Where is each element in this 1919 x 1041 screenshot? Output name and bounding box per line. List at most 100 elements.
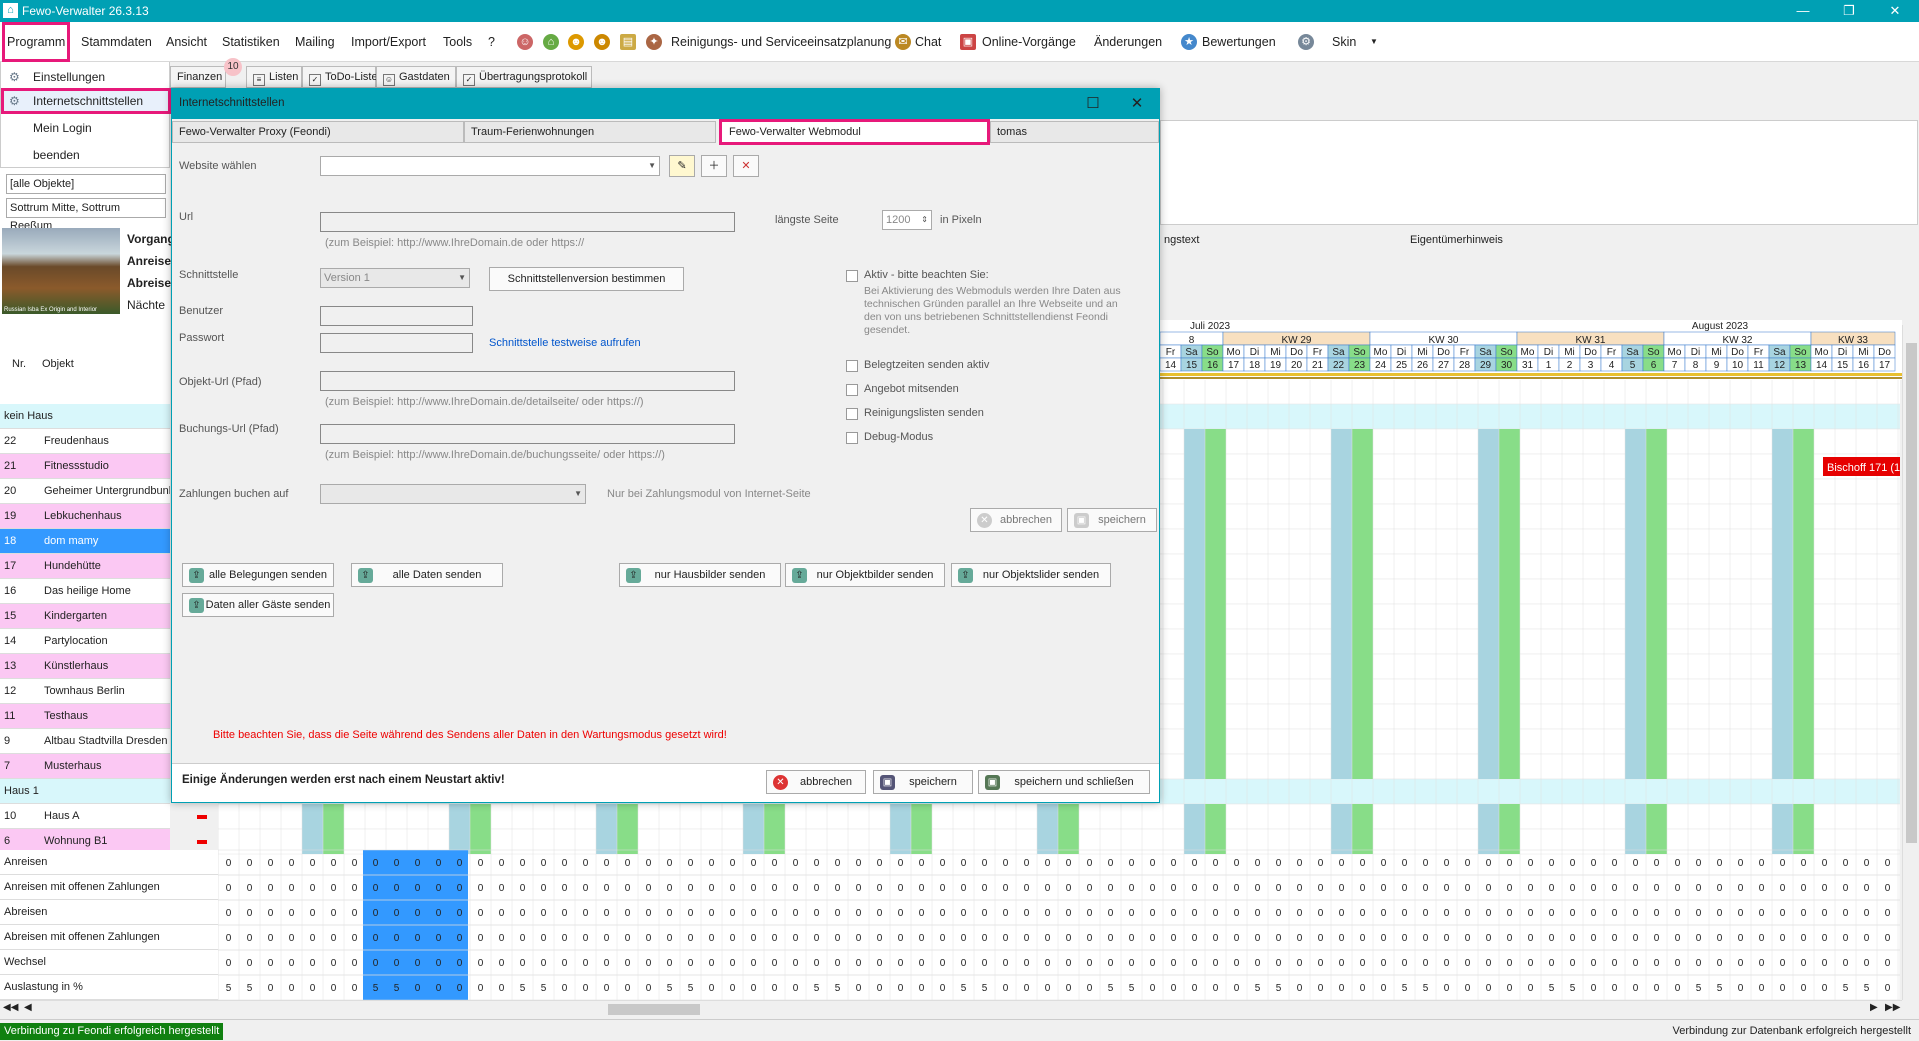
- debug-checkbox[interactable]: [846, 432, 858, 444]
- tab-todo[interactable]: ✓ ToDo-Liste: [302, 66, 378, 88]
- interface-select[interactable]: Version 1 ▼: [320, 268, 470, 288]
- menu-aenderungen[interactable]: Änderungen: [1094, 22, 1162, 62]
- dropdown-internetschnittstellen[interactable]: ⚙ Internetschnittstellen: [1, 88, 171, 114]
- send-guests-button[interactable]: ⇪ Daten aller Gäste senden: [182, 593, 334, 617]
- hscroll-thumb[interactable]: [608, 1004, 700, 1015]
- object-row[interactable]: 21 Fitnessstudio: [0, 454, 170, 479]
- payment-select[interactable]: ▼: [320, 484, 586, 504]
- password-input[interactable]: [320, 333, 473, 353]
- object-row[interactable]: 18 dom mamy: [0, 529, 170, 554]
- vertical-scrollbar[interactable]: [1902, 325, 1919, 1000]
- dtab-traum[interactable]: Traum-Ferienwohnungen: [464, 121, 716, 143]
- send-all-data-button[interactable]: ⇪ alle Daten senden: [351, 563, 503, 587]
- minimize-button[interactable]: —: [1780, 0, 1826, 22]
- vscroll-thumb[interactable]: [1906, 343, 1917, 843]
- horizontal-scrollbar[interactable]: ◀◀ ◀ ▶ ▶▶: [0, 1000, 1902, 1017]
- group-row[interactable]: Haus 1: [0, 779, 170, 804]
- clipboard-icon[interactable]: ▤: [620, 34, 636, 50]
- angebot-checkbox[interactable]: [846, 384, 858, 396]
- menu-import-export[interactable]: Import/Export: [351, 22, 426, 62]
- person-icon[interactable]: ☺: [517, 34, 533, 50]
- send-object-slider-button[interactable]: ⇪ nur Objektslider senden: [951, 563, 1111, 587]
- active-checkbox[interactable]: [846, 270, 858, 282]
- close-button[interactable]: ✕: [1872, 0, 1918, 22]
- group-row[interactable]: kein Haus: [0, 404, 170, 429]
- scroll-left-icon[interactable]: ◀: [24, 1002, 32, 1013]
- menu-online-vorgaenge[interactable]: Online-Vorgänge: [982, 22, 1076, 62]
- tab-finanzen[interactable]: Finanzen: [170, 66, 226, 88]
- restore-button[interactable]: ❐: [1826, 0, 1872, 22]
- tab-uebertragungsprotokoll[interactable]: ✓ Übertragungsprotokoll: [456, 66, 592, 88]
- scroll-last-icon[interactable]: ▶▶: [1885, 1002, 1900, 1013]
- menu-tools[interactable]: Tools: [443, 22, 472, 62]
- reinigung-checkbox[interactable]: [846, 408, 858, 420]
- object-row[interactable]: 10 Haus A: [0, 804, 170, 829]
- add-website-button[interactable]: ＋: [701, 155, 727, 177]
- menu-statistiken[interactable]: Statistiken: [222, 22, 280, 62]
- test-interface-link[interactable]: Schnittstelle testweise aufrufen: [489, 337, 641, 349]
- send-bookings-button[interactable]: ⇪ alle Belegungen senden: [182, 563, 334, 587]
- object-row[interactable]: 19 Lebkuchenhaus: [0, 504, 170, 529]
- object-filter[interactable]: [alle Objekte]: [6, 174, 166, 194]
- menu-programm[interactable]: Programm: [2, 22, 70, 62]
- object-url-input[interactable]: [320, 371, 735, 391]
- menu-mailing[interactable]: Mailing: [295, 22, 335, 62]
- object-row[interactable]: 22 Freudenhaus: [0, 429, 170, 454]
- menu-stammdaten[interactable]: Stammdaten: [81, 22, 152, 62]
- dropdown-einstellungen[interactable]: ⚙ Einstellungen: [1, 64, 171, 90]
- menu-ansicht[interactable]: Ansicht: [166, 22, 207, 62]
- star-icon[interactable]: ★: [1181, 34, 1197, 50]
- send-object-images-button[interactable]: ⇪ nur Objektbilder senden: [785, 563, 945, 587]
- object-row[interactable]: 14 Partylocation: [0, 629, 170, 654]
- user-icon[interactable]: ☻: [568, 34, 584, 50]
- edit-website-button[interactable]: ✎: [669, 155, 695, 177]
- maximize-icon[interactable]: ☐: [1083, 94, 1103, 114]
- menu-skin[interactable]: Skin: [1332, 22, 1356, 62]
- scroll-right-icon[interactable]: ▶: [1870, 1002, 1878, 1013]
- scroll-first-icon[interactable]: ◀◀: [3, 1002, 18, 1013]
- menu-chat[interactable]: Chat: [915, 22, 941, 62]
- interface-version-button[interactable]: Schnittstellenversion bestimmen: [489, 267, 684, 291]
- online-icon[interactable]: ▣: [960, 34, 976, 50]
- menu-bewertungen[interactable]: Bewertungen: [1202, 22, 1276, 62]
- booking-url-input[interactable]: [320, 424, 735, 444]
- user-input[interactable]: [320, 306, 473, 326]
- delete-website-button[interactable]: ✕: [733, 155, 759, 177]
- cancel-button[interactable]: ✕ abbrechen: [766, 770, 866, 794]
- dtab-proxy[interactable]: Fewo-Verwalter Proxy (Feondi): [172, 121, 464, 143]
- save-close-button[interactable]: ▣ speichern und schließen: [978, 770, 1150, 794]
- home-icon[interactable]: ⌂: [543, 34, 559, 50]
- longest-stepper[interactable]: 1200 ⇕: [882, 210, 932, 230]
- object-row[interactable]: 16 Das heilige Home: [0, 579, 170, 604]
- url-input[interactable]: [320, 212, 735, 232]
- send-house-images-button[interactable]: ⇪ nur Hausbilder senden: [619, 563, 781, 587]
- gear-icon[interactable]: ⚙: [1298, 34, 1314, 50]
- cancel-inner-button[interactable]: ✕ abbrechen: [970, 508, 1062, 532]
- dialog-close-icon[interactable]: ✕: [1127, 94, 1147, 114]
- notes-panel[interactable]: [1160, 120, 1918, 225]
- belegtzeiten-checkbox[interactable]: [846, 360, 858, 372]
- chat-icon[interactable]: ✉: [895, 34, 911, 50]
- cleaning-icon[interactable]: ✦: [646, 34, 662, 50]
- menu-cleaning-planning[interactable]: Reinigungs- und Serviceeinsatzplanung: [671, 22, 891, 62]
- object-row[interactable]: 12 Townhaus Berlin: [0, 679, 170, 704]
- dropdown-beenden[interactable]: beenden: [1, 142, 171, 168]
- object-row[interactable]: 11 Testhaus: [0, 704, 170, 729]
- user-gold-icon[interactable]: ☻: [594, 34, 610, 50]
- dtab-tomas[interactable]: tomas: [990, 121, 1159, 143]
- object-row[interactable]: 13 Künstlerhaus: [0, 654, 170, 679]
- object-row[interactable]: 9 Altbau Stadtvilla Dresden: [0, 729, 170, 754]
- dropdown-mein-login[interactable]: Mein Login: [1, 115, 171, 141]
- object-row[interactable]: 7 Musterhaus: [0, 754, 170, 779]
- object-row[interactable]: 15 Kindergarten: [0, 604, 170, 629]
- tab-listen[interactable]: ≡ Listen: [246, 66, 302, 88]
- location-filter[interactable]: Sottrum Mitte, Sottrum Reeßum: [6, 198, 166, 232]
- website-select[interactable]: ▼: [320, 156, 660, 176]
- object-row[interactable]: 17 Hundehütte: [0, 554, 170, 579]
- save-button[interactable]: ▣ speichern: [873, 770, 973, 794]
- save-inner-button[interactable]: ▣ speichern: [1067, 508, 1157, 532]
- object-row[interactable]: 20 Geheimer Untergrundbunker: [0, 479, 170, 504]
- tab-gastdaten[interactable]: ☺ Gastdaten: [376, 66, 456, 88]
- chevron-down-icon[interactable]: ▼: [1370, 22, 1378, 62]
- menu-help[interactable]: ?: [488, 22, 495, 62]
